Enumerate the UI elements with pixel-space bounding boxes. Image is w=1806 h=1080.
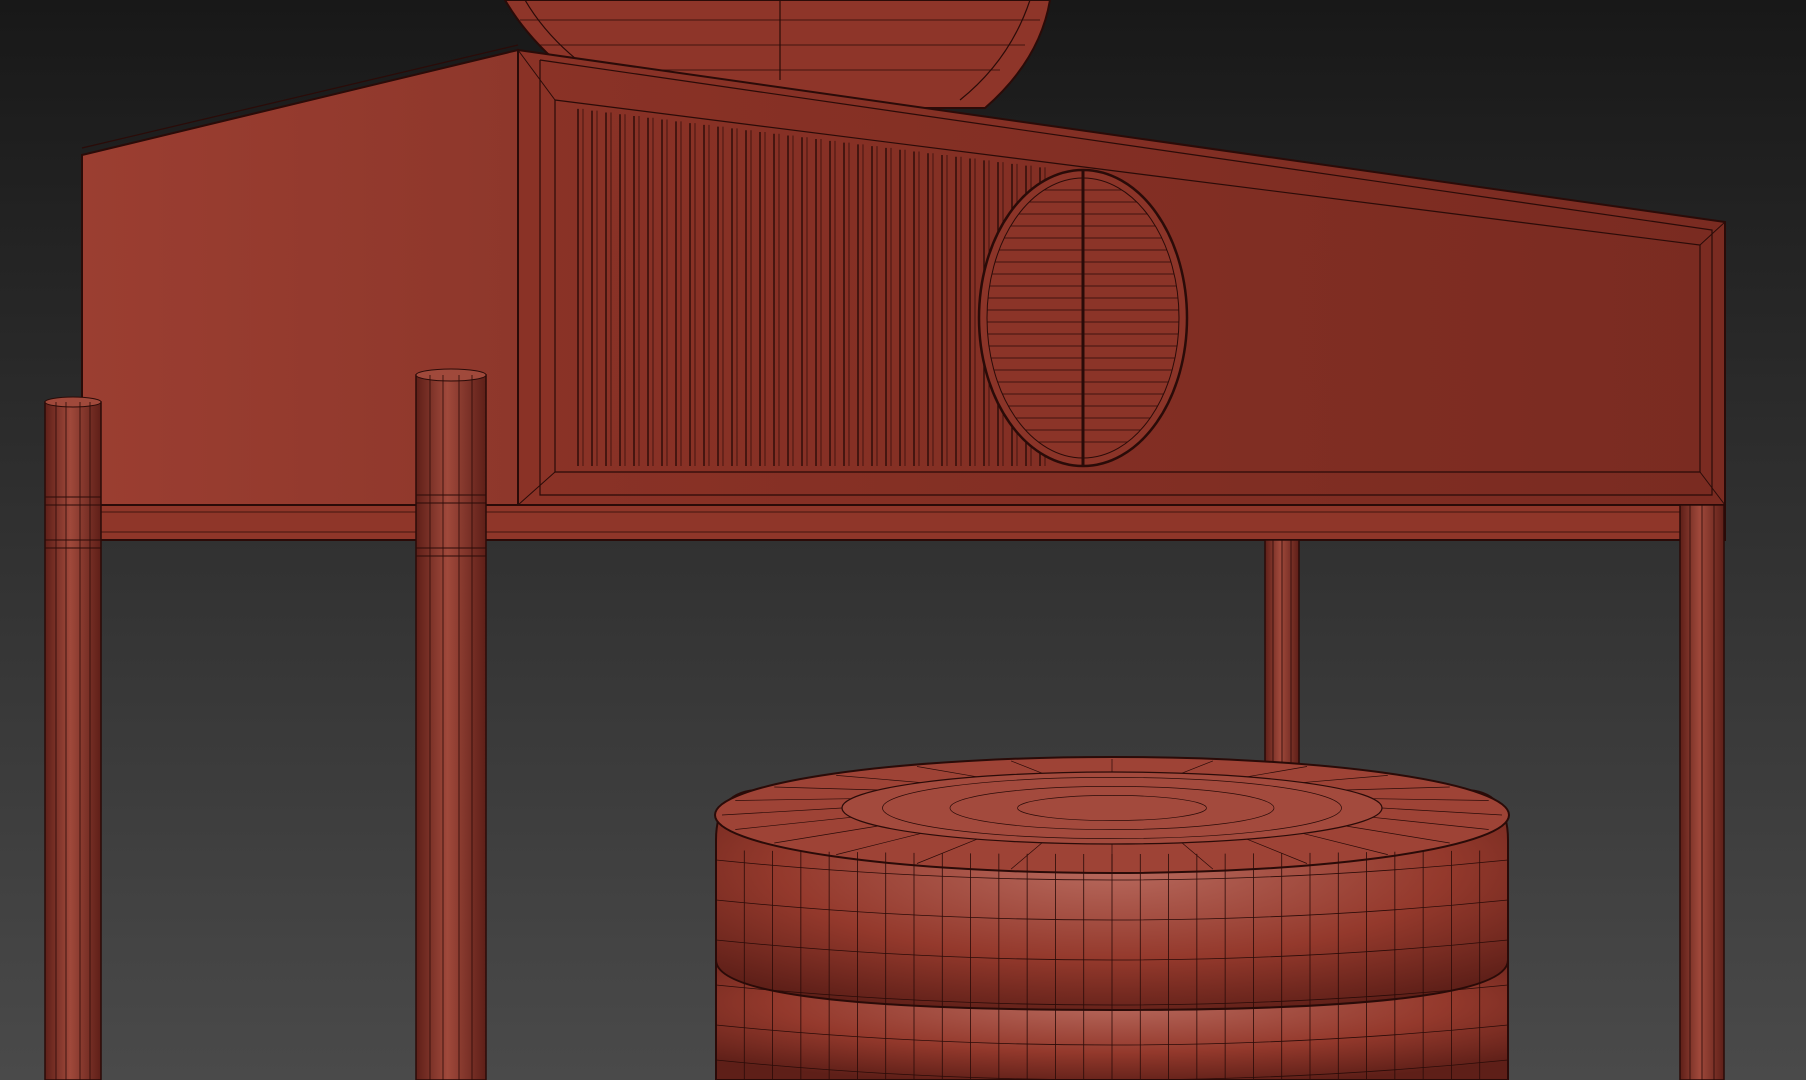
table-leg-front-middle — [415, 368, 487, 1080]
table-leg-back — [1264, 539, 1300, 781]
table-leg-front-right — [1679, 504, 1725, 1080]
table-leg-front-left — [44, 396, 102, 1080]
table-frame-rail — [99, 504, 1726, 541]
wireframe-render — [0, 0, 1806, 1080]
round-ottoman — [714, 756, 1510, 1080]
drawer-round-handle — [977, 168, 1189, 468]
3d-viewport — [0, 0, 1806, 1080]
